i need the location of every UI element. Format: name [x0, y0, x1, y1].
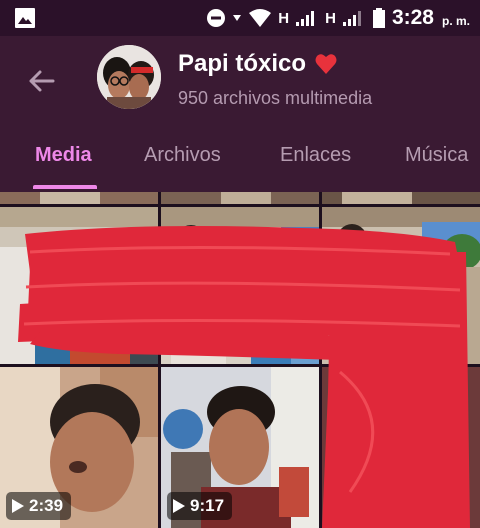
app-bar: Papi tóxico 950 archivos multimedia Medi…	[0, 36, 480, 192]
battery-icon	[372, 8, 385, 28]
signal-icon	[296, 11, 315, 26]
clock: 3:28	[391, 6, 434, 29]
tab-archivos[interactable]: Archivos	[144, 144, 221, 167]
tab-indicator	[33, 185, 97, 189]
media-thumbnail[interactable]	[161, 192, 319, 204]
play-icon	[173, 499, 185, 513]
video-duration-badge: 2:39	[6, 492, 72, 520]
chat-title-text: Papi tóxico	[178, 50, 307, 77]
network-type-right: H	[325, 9, 336, 27]
tab-media[interactable]: Media	[35, 144, 92, 167]
clock-ampm: p. m.	[441, 14, 470, 28]
video-thumbnail[interactable]: 2:39	[0, 367, 158, 528]
media-count: 950 archivos multimedia	[178, 88, 373, 108]
video-duration-badge: 9:17	[167, 492, 233, 520]
tab-bar: Media Archivos Enlaces Música	[0, 136, 480, 192]
play-icon	[12, 499, 24, 513]
media-thumbnail[interactable]	[322, 207, 480, 364]
gallery-icon	[15, 8, 35, 28]
signal-icon	[342, 11, 361, 26]
status-bar: H H 3:28 p. m.	[0, 0, 480, 36]
chat-title: Papi tóxico	[178, 50, 372, 78]
arrow-left-icon[interactable]	[26, 66, 56, 96]
network-type-left: H	[278, 9, 290, 27]
video-thumbnail[interactable]: 9:17	[161, 367, 319, 528]
tab-enlaces[interactable]: Enlaces	[280, 144, 351, 167]
video-duration: 2:39	[29, 496, 64, 515]
media-thumbnail[interactable]	[0, 207, 158, 364]
media-thumbnail[interactable]	[0, 192, 158, 204]
heart-icon	[315, 54, 337, 74]
media-thumbnail[interactable]	[322, 367, 480, 528]
wifi-icon	[249, 9, 272, 27]
avatar[interactable]	[97, 45, 161, 109]
media-grid: 2:39 9:17	[0, 192, 480, 528]
media-thumbnail[interactable]	[322, 192, 480, 204]
do-not-disturb-icon	[207, 9, 226, 27]
avatar-image	[97, 45, 161, 109]
status-right: H H 3:28 p. m.	[206, 0, 470, 36]
tab-musica[interactable]: Música	[405, 144, 468, 167]
media-thumbnail[interactable]	[161, 207, 319, 364]
video-duration: 9:17	[190, 496, 225, 515]
data-arrow-icon	[233, 15, 242, 21]
title-block[interactable]: Papi tóxico 950 archivos multimedia	[178, 50, 372, 109]
